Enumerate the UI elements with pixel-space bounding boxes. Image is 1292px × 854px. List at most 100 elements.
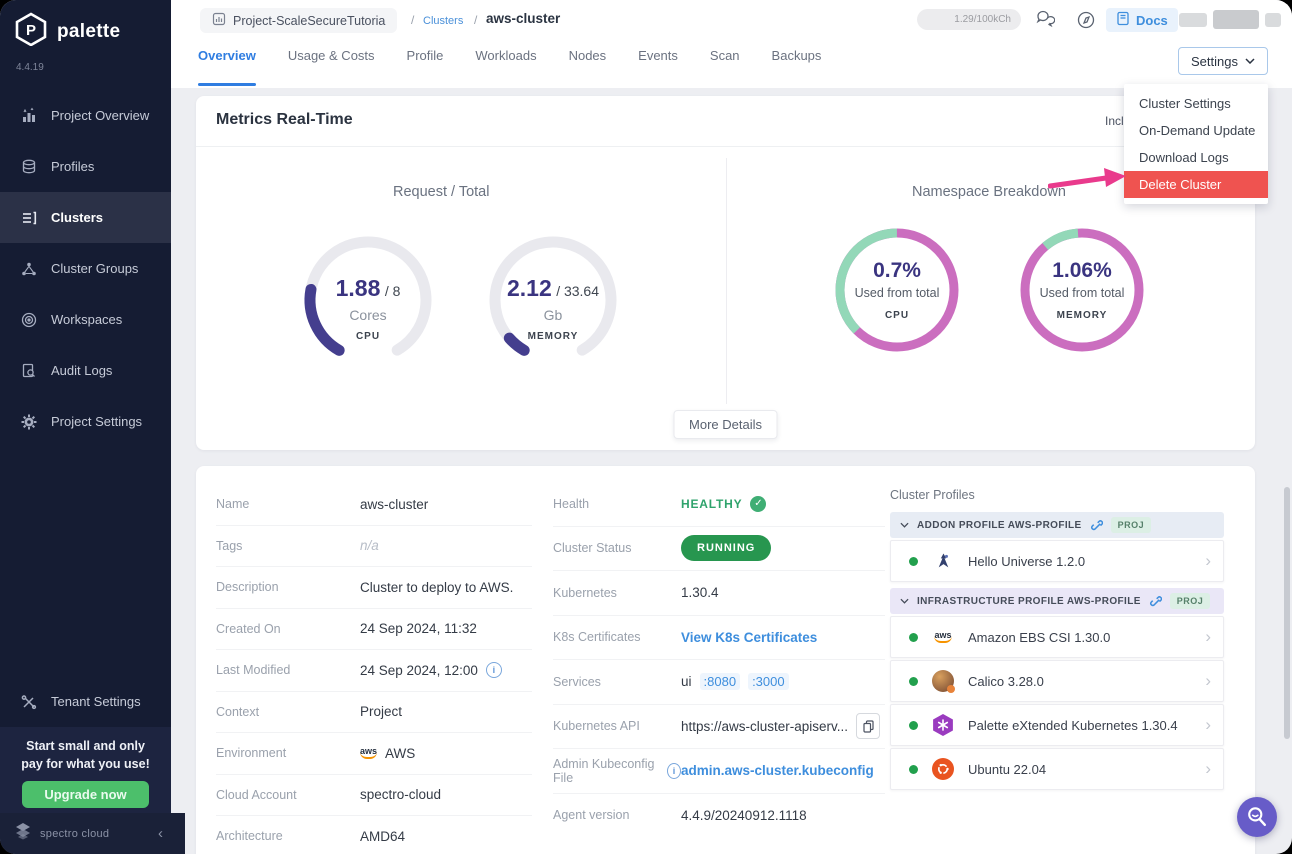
row-value: https://aws-cluster-apiserv...	[681, 713, 880, 739]
chevron-right-icon: ›	[1205, 759, 1211, 779]
settings-dropdown-button[interactable]: Settings	[1178, 47, 1268, 75]
sidebar-item-label: Project Settings	[51, 414, 142, 429]
request-total-title: Request / Total	[393, 184, 489, 200]
row-value: ui:8080:3000	[681, 673, 789, 690]
chevron-right-icon: ›	[1205, 627, 1211, 647]
detail-row-agent-version: Agent version4.4.9/20240912.1118	[553, 794, 885, 838]
tab-workloads[interactable]: Workloads	[475, 48, 536, 77]
tab-nodes[interactable]: Nodes	[569, 48, 607, 77]
sidebar-item-profiles[interactable]: Profiles	[0, 141, 171, 192]
hello-universe-logo	[932, 550, 954, 572]
menu-item-download-logs[interactable]: Download Logs	[1124, 144, 1268, 171]
book-icon	[1116, 11, 1130, 29]
infrastructure-profile-header[interactable]: INFRASTRUCTURE PROFILE AWS-PROFILE PROJ	[890, 588, 1224, 614]
metrics-header: Metrics Real-Time Incl	[196, 96, 1255, 147]
page-scrollbar[interactable]	[1284, 487, 1290, 739]
detail-row-services: Servicesui:8080:3000	[553, 660, 885, 705]
tab-bar: Overview Usage & Costs Profile Workloads…	[198, 48, 821, 77]
detail-row-cloud-account: Cloud Accountspectro-cloud	[216, 775, 532, 817]
sidebar-tenant-settings: Tenant Settings	[0, 676, 171, 727]
breadcrumb-clusters-link[interactable]: Clusters	[423, 15, 463, 27]
infrastructure-profile-name: INFRASTRUCTURE PROFILE AWS-PROFILE	[917, 596, 1141, 607]
sidebar-nav: Project Overview Profiles Clusters Clust…	[0, 90, 171, 447]
collapse-sidebar-icon[interactable]: ‹	[158, 825, 163, 842]
ubuntu-logo	[932, 758, 954, 780]
gauge-value: 1.88 / 8	[293, 275, 443, 302]
detail-row-tags: Tagsn/a	[216, 526, 532, 568]
row-value: 4.4.9/20240912.1118	[681, 808, 807, 823]
help-compass-icon[interactable]	[1074, 8, 1098, 32]
row-value: spectro-cloud	[360, 787, 441, 802]
breadcrumb-current-cluster: aws-cluster	[486, 11, 560, 26]
link-icon[interactable]	[1090, 519, 1103, 532]
info-icon[interactable]: i	[667, 763, 681, 779]
row-label: Agent version	[553, 808, 681, 822]
status-dot	[909, 765, 918, 774]
chat-icon[interactable]	[1032, 8, 1056, 32]
redacted-block	[1179, 13, 1207, 27]
detail-row-last-modified: Last Modified24 Sep 2024, 12:00i	[216, 650, 532, 692]
last-modified-value: 24 Sep 2024, 12:00	[360, 663, 478, 678]
row-label: Architecture	[216, 829, 360, 843]
donut-caption: Used from total	[833, 286, 961, 300]
row-value: awsAWS	[360, 746, 415, 761]
sidebar-item-project-overview[interactable]: Project Overview	[0, 90, 171, 141]
footer-brand-name: spectro cloud	[40, 828, 109, 840]
copy-icon[interactable]	[856, 713, 880, 739]
profile-item-amazon-ebs-csi[interactable]: aws Amazon EBS CSI 1.30.0 ›	[890, 616, 1224, 658]
service-port-link[interactable]: :3000	[748, 673, 789, 690]
status-dot	[909, 633, 918, 642]
menu-item-delete-cluster[interactable]: Delete Cluster	[1124, 171, 1268, 198]
row-label: Kubernetes	[553, 586, 681, 600]
sidebar-item-tenant-settings[interactable]: Tenant Settings	[0, 676, 171, 727]
pxk-logo	[932, 714, 954, 736]
row-label: Tags	[216, 539, 360, 553]
tab-profile[interactable]: Profile	[407, 48, 444, 77]
docs-button[interactable]: Docs	[1106, 8, 1178, 32]
tab-events[interactable]: Events	[638, 48, 678, 77]
link-icon[interactable]	[1149, 595, 1162, 608]
profile-item-palette-extended-kubernetes[interactable]: Palette eXtended Kubernetes 1.30.4 ›	[890, 704, 1224, 746]
view-certificates-link[interactable]: View K8s Certificates	[681, 630, 817, 645]
upgrade-now-button[interactable]: Upgrade now	[22, 781, 148, 808]
project-breadcrumb-pill[interactable]: Project-ScaleSecureTutoria	[200, 8, 397, 33]
addon-profile-name: ADDON PROFILE AWS-PROFILE	[917, 520, 1082, 531]
profile-item-calico[interactable]: Calico 3.28.0 ›	[890, 660, 1224, 702]
detail-row-name: Nameaws-cluster	[216, 484, 532, 526]
tab-usage-costs[interactable]: Usage & Costs	[288, 48, 375, 77]
gear-icon	[20, 413, 38, 431]
aws-logo: aws	[360, 747, 377, 759]
tab-backups[interactable]: Backups	[772, 48, 822, 77]
profile-item-hello-universe[interactable]: Hello Universe 1.2.0 ›	[890, 540, 1224, 582]
resource-center-button[interactable]	[1237, 797, 1277, 837]
profile-item-name: Ubuntu 22.04	[968, 762, 1191, 777]
service-port-link[interactable]: :8080	[700, 673, 741, 690]
svg-text:P: P	[26, 22, 36, 39]
cpu-used-percent: 0.7%	[833, 259, 961, 283]
details-column-status: HealthHEALTHY✓ Cluster StatusRUNNING Kub…	[553, 482, 885, 837]
profile-item-ubuntu[interactable]: Ubuntu 22.04 ›	[890, 748, 1224, 790]
settings-label: Settings	[1191, 54, 1238, 69]
sidebar-item-audit-logs[interactable]: Audit Logs	[0, 345, 171, 396]
tab-overview[interactable]: Overview	[198, 48, 256, 77]
kubeconfig-download-link[interactable]: admin.aws-cluster.kubeconfig	[681, 763, 874, 778]
menu-item-on-demand-update[interactable]: On-Demand Update	[1124, 117, 1268, 144]
sidebar-item-label: Project Overview	[51, 108, 149, 123]
magnifier-smile-icon	[1244, 804, 1270, 830]
more-details-button[interactable]: More Details	[673, 410, 778, 439]
brand[interactable]: P palette	[14, 12, 120, 51]
detail-row-k8s-certificates: K8s CertificatesView K8s Certificates	[553, 616, 885, 661]
row-label: Health	[553, 497, 681, 511]
sidebar-item-clusters[interactable]: Clusters	[0, 192, 171, 243]
sidebar-item-cluster-groups[interactable]: Cluster Groups	[0, 243, 171, 294]
memory-namespace-donut: 1.06% Used from total MEMORY	[1018, 226, 1146, 354]
info-icon[interactable]: i	[486, 662, 502, 678]
cpu-unit: Cores	[293, 307, 443, 323]
detail-row-environment: EnvironmentawsAWS	[216, 733, 532, 775]
sidebar-item-workspaces[interactable]: Workspaces	[0, 294, 171, 345]
row-value: admin.aws-cluster.kubeconfig	[681, 763, 874, 778]
menu-item-cluster-settings[interactable]: Cluster Settings	[1124, 90, 1268, 117]
sidebar-item-project-settings[interactable]: Project Settings	[0, 396, 171, 447]
addon-profile-header[interactable]: ADDON PROFILE AWS-PROFILE PROJ	[890, 512, 1224, 538]
tab-scan[interactable]: Scan	[710, 48, 740, 77]
